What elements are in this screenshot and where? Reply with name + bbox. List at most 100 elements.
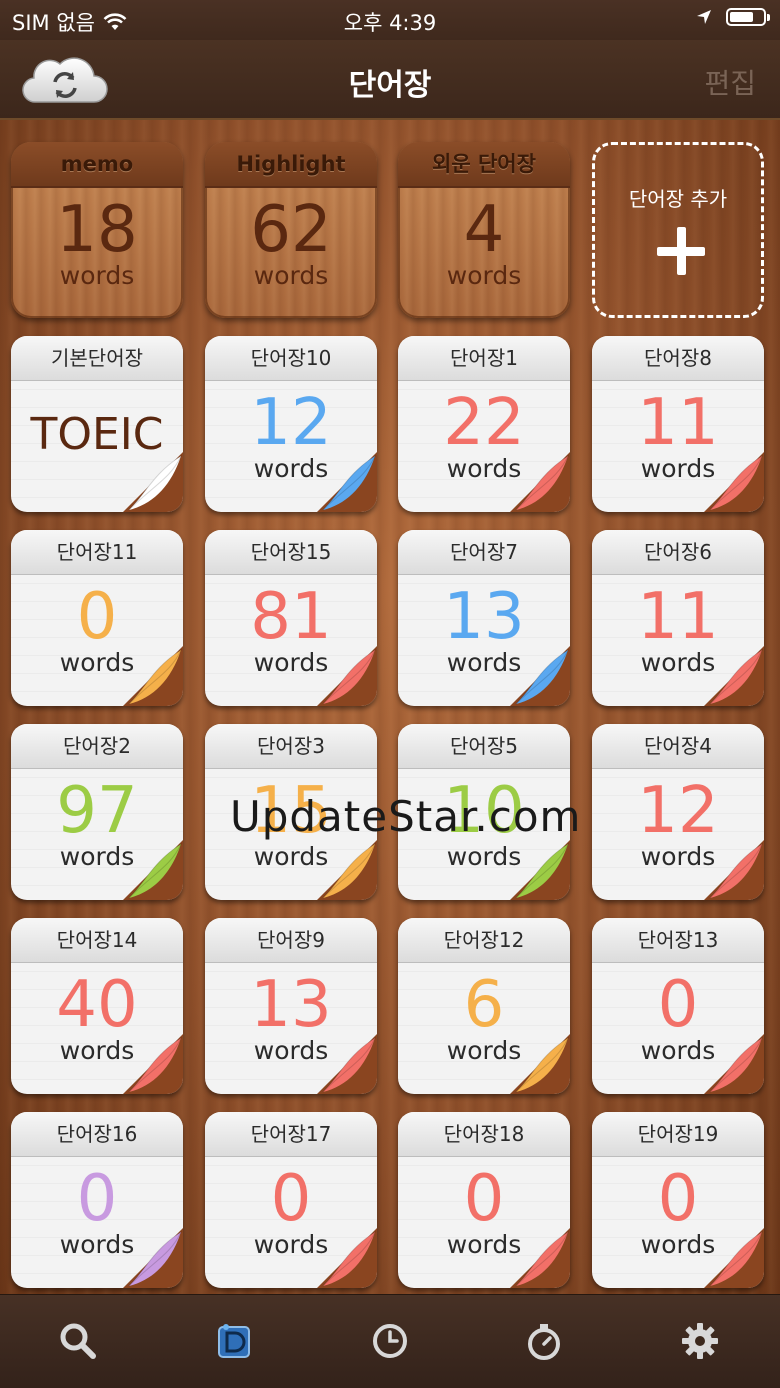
- wordbook-card[interactable]: 단어장6 11 words: [592, 530, 764, 706]
- memorized-card-title: 외운 단어장: [398, 142, 570, 188]
- wordbook-title: 단어장10: [205, 336, 377, 381]
- wordbook-count: 11: [637, 386, 719, 460]
- wordbook-count: 0: [463, 1162, 505, 1236]
- wordbook-title: 단어장17: [205, 1112, 377, 1157]
- wordbook-title: 단어장14: [11, 918, 183, 963]
- add-wordbook-label: 단어장 추가: [628, 187, 728, 211]
- clock-icon: [373, 1324, 407, 1358]
- highlight-card-unit: words: [253, 261, 329, 290]
- wordbook-count: 12: [637, 774, 719, 848]
- memo-card-title: memo: [11, 142, 183, 188]
- wordbook-title: 단어장3: [205, 724, 377, 769]
- page-curl-icon: [317, 1034, 377, 1094]
- page-curl-icon: [704, 1034, 764, 1094]
- battery-level: [730, 12, 753, 22]
- wordbook-card[interactable]: 단어장14 40 words: [11, 918, 183, 1094]
- wordbook-card[interactable]: 단어장8 11 words: [592, 336, 764, 512]
- page-curl-icon: [510, 1228, 570, 1288]
- wordbook-card[interactable]: 단어장3 15 words: [205, 724, 377, 900]
- page-title: 단어장: [348, 68, 432, 103]
- plus-icon: [657, 227, 705, 275]
- wordbook-title: 단어장8: [592, 336, 764, 381]
- memo-card-unit: words: [59, 261, 135, 290]
- add-wordbook-button[interactable]: 단어장 추가: [592, 142, 764, 318]
- wordbook-card[interactable]: 단어장10 12 words: [205, 336, 377, 512]
- wordbook-card[interactable]: 단어장19 0 words: [592, 1112, 764, 1288]
- wordbook-card[interactable]: 단어장11 0 words: [11, 530, 183, 706]
- page-curl-icon: [317, 1228, 377, 1288]
- navigation-bar: 단어장 편집: [0, 40, 780, 120]
- highlight-card-title: Highlight: [205, 142, 377, 188]
- memo-card[interactable]: memo 18 words: [11, 142, 183, 318]
- wordbook-title: 단어장18: [398, 1112, 570, 1157]
- status-bar: SIM 없음 오후 4:39: [0, 0, 780, 40]
- wordbook-card[interactable]: 기본단어장 TOEIC: [11, 336, 183, 512]
- page-curl-icon: [704, 1228, 764, 1288]
- tab-search[interactable]: [56, 1319, 100, 1363]
- wordbook-title: 기본단어장: [11, 336, 183, 381]
- wordbook-count: 13: [443, 580, 525, 654]
- wordbook-card[interactable]: 단어장2 97 words: [11, 724, 183, 900]
- page-curl-icon: [510, 646, 570, 706]
- memorized-card[interactable]: 외운 단어장 4 words: [398, 142, 570, 318]
- wordbook-count: 0: [657, 968, 699, 1042]
- memorized-card-count: 4: [463, 193, 505, 267]
- wordbook-count: 12: [250, 386, 332, 460]
- wordbook-title: 단어장4: [592, 724, 764, 769]
- wordbook-card[interactable]: 단어장4 12 words: [592, 724, 764, 900]
- wordbook-count: 6: [463, 968, 505, 1042]
- wordbook-title: 단어장9: [205, 918, 377, 963]
- page-curl-icon: [510, 452, 570, 512]
- wordbook-count: 0: [657, 1162, 699, 1236]
- wordbook-card[interactable]: 단어장15 81 words: [205, 530, 377, 706]
- search-icon: [60, 1323, 96, 1359]
- wordbook-count: 15: [250, 774, 332, 848]
- page-curl-icon: [123, 840, 183, 900]
- tab-history[interactable]: [368, 1319, 412, 1363]
- wordbook-card[interactable]: 단어장13 0 words: [592, 918, 764, 1094]
- wordbook-title: 단어장11: [11, 530, 183, 575]
- wordbook-title: 단어장16: [11, 1112, 183, 1157]
- highlight-card[interactable]: Highlight 62 words: [205, 142, 377, 318]
- wordbook-count: 22: [443, 386, 525, 460]
- wordbook-count: 0: [76, 1162, 118, 1236]
- tab-settings[interactable]: [678, 1319, 722, 1363]
- wordbook-title: 단어장5: [398, 724, 570, 769]
- wordbook-count: 0: [76, 580, 118, 654]
- wordbook-card[interactable]: 단어장18 0 words: [398, 1112, 570, 1288]
- wordbook-card[interactable]: 단어장7 13 words: [398, 530, 570, 706]
- status-time: 오후 4:39: [343, 11, 437, 35]
- wordbook-card[interactable]: 단어장1 22 words: [398, 336, 570, 512]
- page-curl-icon: [123, 452, 183, 512]
- tab-bar: [0, 1294, 780, 1388]
- wordbook-title: 단어장2: [11, 724, 183, 769]
- page-curl-icon: [123, 1228, 183, 1288]
- tab-wordbook[interactable]: [212, 1319, 256, 1363]
- page-curl-icon: [704, 452, 764, 512]
- wordbook-count: 81: [250, 580, 332, 654]
- wordbook-title: 단어장12: [398, 918, 570, 963]
- status-right: [696, 8, 770, 26]
- wordbook-title: 단어장6: [592, 530, 764, 575]
- wordbook-board: memo 18 words Highlight 62 words 외운 단어장 …: [0, 120, 780, 1294]
- wordbook-card[interactable]: 단어장9 13 words: [205, 918, 377, 1094]
- wordbook-card[interactable]: 단어장16 0 words: [11, 1112, 183, 1288]
- edit-button[interactable]: 편집: [704, 62, 756, 102]
- battery-icon: [726, 8, 770, 26]
- memo-card-count: 18: [56, 193, 138, 267]
- tab-timer[interactable]: [522, 1319, 566, 1363]
- page-curl-icon: [510, 840, 570, 900]
- gear-icon: [682, 1323, 718, 1359]
- wordbook-card[interactable]: 단어장17 0 words: [205, 1112, 377, 1288]
- stopwatch-icon: [528, 1324, 560, 1360]
- page-curl-icon: [123, 646, 183, 706]
- wordbook-card[interactable]: 단어장12 6 words: [398, 918, 570, 1094]
- wordbook-title: 단어장19: [592, 1112, 764, 1157]
- page-curl-icon: [317, 452, 377, 512]
- wordbook-card[interactable]: 단어장5 10 words: [398, 724, 570, 900]
- wordbook-count: 97: [56, 774, 138, 848]
- page-curl-icon: [317, 646, 377, 706]
- location-arrow-icon: [697, 10, 711, 24]
- page-curl-icon: [317, 840, 377, 900]
- wordbook-count: 0: [270, 1162, 312, 1236]
